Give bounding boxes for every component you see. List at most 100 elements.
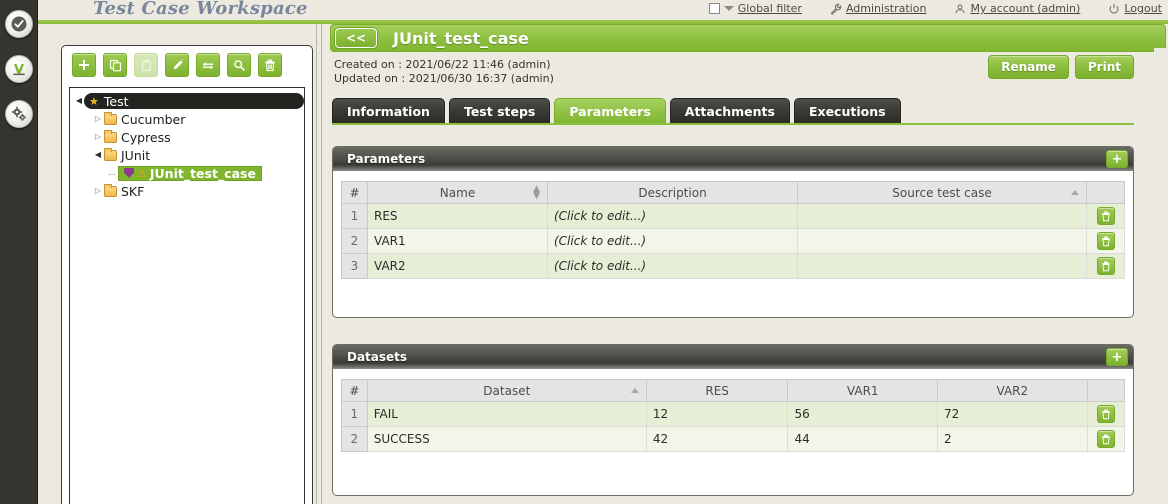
table-header-row: # Name ▲ ▼ Description Source test case: [341, 181, 1125, 204]
tab-bar: Information Test steps Parameters Attach…: [332, 98, 901, 124]
global-filter-checkbox[interactable]: [708, 3, 720, 14]
tree-node-junit[interactable]: ◀ JUnit: [74, 146, 304, 164]
table-header-row: # Dataset RES VAR1 VAR2: [341, 379, 1126, 402]
workspace-rail: [0, 0, 38, 504]
my-account-link[interactable]: My account (admin): [970, 2, 1080, 15]
table-row[interactable]: 2 SUCCESS 42 44 2: [341, 426, 1126, 452]
dataset-name-cell[interactable]: FAIL: [366, 401, 647, 427]
logout-link[interactable]: Logout: [1124, 2, 1162, 15]
search-button[interactable]: [227, 53, 251, 77]
delete-row-button[interactable]: [1096, 207, 1115, 225]
vertical-scrollbar[interactable]: [1154, 48, 1168, 504]
column-header-dataset[interactable]: Dataset: [366, 379, 647, 402]
logout-item[interactable]: Logout: [1108, 2, 1162, 15]
rename-button[interactable]: Rename: [988, 55, 1069, 79]
copy-button[interactable]: [103, 53, 127, 77]
parameter-description-cell[interactable]: (Click to edit...): [547, 253, 798, 279]
sort-asc-icon: [1071, 190, 1079, 195]
print-button[interactable]: Print: [1074, 55, 1134, 79]
tree-root-pill[interactable]: ★ Test: [84, 93, 304, 109]
administration-link[interactable]: Administration: [846, 2, 927, 15]
tab-information[interactable]: Information: [332, 98, 445, 124]
column-header-description[interactable]: Description: [547, 181, 798, 204]
tab-executions[interactable]: Executions: [793, 98, 901, 124]
dataset-res-cell[interactable]: 42: [645, 426, 789, 452]
test-case-title-bar: << JUnit_test_case: [330, 24, 1166, 52]
user-icon: [955, 4, 965, 13]
delete-row-button[interactable]: [1096, 257, 1115, 275]
expand-toggle-icon[interactable]: ▷: [92, 187, 104, 195]
dataset-name-cell[interactable]: SUCCESS: [366, 426, 647, 452]
tree-node-cucumber[interactable]: ▷ Cucumber: [74, 110, 304, 128]
parameter-description-cell[interactable]: (Click to edit...): [547, 228, 798, 254]
column-header-var1[interactable]: VAR1: [787, 379, 939, 402]
tree-node-skf[interactable]: ▷ SKF: [74, 182, 304, 200]
parameter-name-cell[interactable]: RES: [367, 203, 548, 229]
chevron-down-icon[interactable]: [723, 6, 734, 11]
expand-toggle-icon[interactable]: ▷: [92, 133, 104, 141]
back-button[interactable]: <<: [335, 28, 377, 48]
test-case-workspace-icon[interactable]: [4, 10, 33, 38]
expand-toggle-icon[interactable]: ▷: [92, 115, 104, 123]
my-account-item[interactable]: My account (admin): [954, 2, 1080, 15]
folder-icon: [104, 129, 117, 143]
tree-toolbar: [62, 46, 312, 83]
action-buttons: Rename Print: [988, 55, 1134, 79]
add-dataset-button[interactable]: +: [1106, 348, 1128, 366]
tab-parameters[interactable]: Parameters: [554, 98, 666, 124]
gears-icon: [11, 106, 26, 121]
panel-splitter[interactable]: [316, 24, 322, 504]
global-filter-link[interactable]: Global filter: [738, 2, 802, 15]
datasets-table: # Dataset RES VAR1 VAR2 1 FAIL 12 56 72 …: [341, 379, 1126, 452]
automation-workspace-icon[interactable]: [4, 100, 33, 128]
tree-node-root[interactable]: ◀ ★ Test: [74, 92, 304, 110]
dataset-res-cell[interactable]: 12: [645, 401, 789, 427]
global-filter-item[interactable]: Global filter: [708, 2, 802, 15]
delete-button[interactable]: [258, 53, 282, 77]
tree-selected-item[interactable]: ⚠ JUnit_test_case: [118, 165, 262, 181]
tab-test-steps[interactable]: Test steps: [448, 98, 551, 124]
administration-item[interactable]: Administration: [830, 2, 927, 15]
add-parameter-button[interactable]: +: [1106, 150, 1128, 168]
parameter-name-cell[interactable]: VAR2: [367, 253, 548, 279]
column-header-var2[interactable]: VAR2: [937, 379, 1088, 402]
campaign-icon: [12, 64, 25, 76]
table-row[interactable]: 2 VAR1 (Click to edit...): [341, 228, 1125, 254]
add-button[interactable]: [72, 53, 96, 77]
parameters-panel: Parameters + # Name ▲ ▼ Description Sour…: [332, 146, 1134, 318]
column-header-name[interactable]: Name ▲ ▼: [367, 181, 548, 204]
row-index: 2: [341, 228, 368, 254]
move-button[interactable]: [196, 53, 220, 77]
rename-button[interactable]: [165, 53, 189, 77]
delete-row-button[interactable]: [1096, 405, 1115, 423]
table-row[interactable]: 3 VAR2 (Click to edit...): [341, 253, 1125, 279]
datasets-panel-body: # Dataset RES VAR1 VAR2 1 FAIL 12 56 72 …: [333, 369, 1133, 460]
expand-toggle-icon[interactable]: ◀: [74, 97, 84, 105]
column-header-source-test-case[interactable]: Source test case: [797, 181, 1087, 204]
parameter-source-cell: [797, 228, 1087, 254]
tree-node-cypress[interactable]: ▷ Cypress: [74, 128, 304, 146]
parameter-description-cell[interactable]: (Click to edit...): [547, 203, 798, 229]
dataset-var2-cell[interactable]: 2: [937, 426, 1088, 452]
table-row[interactable]: 1 FAIL 12 56 72: [341, 401, 1126, 427]
row-index: 2: [341, 426, 368, 452]
dataset-var1-cell[interactable]: 44: [787, 426, 939, 452]
expand-toggle-icon[interactable]: ◀: [92, 151, 104, 159]
table-row[interactable]: 1 RES (Click to edit...): [341, 203, 1125, 229]
column-header-actions: [1086, 181, 1125, 204]
dataset-var2-cell[interactable]: 72: [937, 401, 1088, 427]
delete-row-button[interactable]: [1096, 232, 1115, 250]
tree-node-label: Cypress: [121, 129, 171, 145]
parameter-name-cell[interactable]: VAR1: [367, 228, 548, 254]
campaign-workspace-icon[interactable]: [4, 55, 33, 83]
delete-row-button[interactable]: [1096, 430, 1115, 448]
dataset-var1-cell[interactable]: 56: [787, 401, 939, 427]
top-bar: Test Case Workspace Global filter Admini…: [38, 0, 1168, 20]
check-circle-icon: [11, 16, 26, 32]
column-header-res[interactable]: RES: [645, 379, 789, 402]
column-header-index: #: [341, 379, 368, 402]
tree-node-junit-test-case[interactable]: … ⚠ JUnit_test_case: [74, 164, 304, 182]
paste-button: [134, 53, 158, 77]
parameters-table: # Name ▲▼ Description Source test case: [341, 181, 1125, 279]
tab-attachments[interactable]: Attachments: [669, 98, 790, 124]
